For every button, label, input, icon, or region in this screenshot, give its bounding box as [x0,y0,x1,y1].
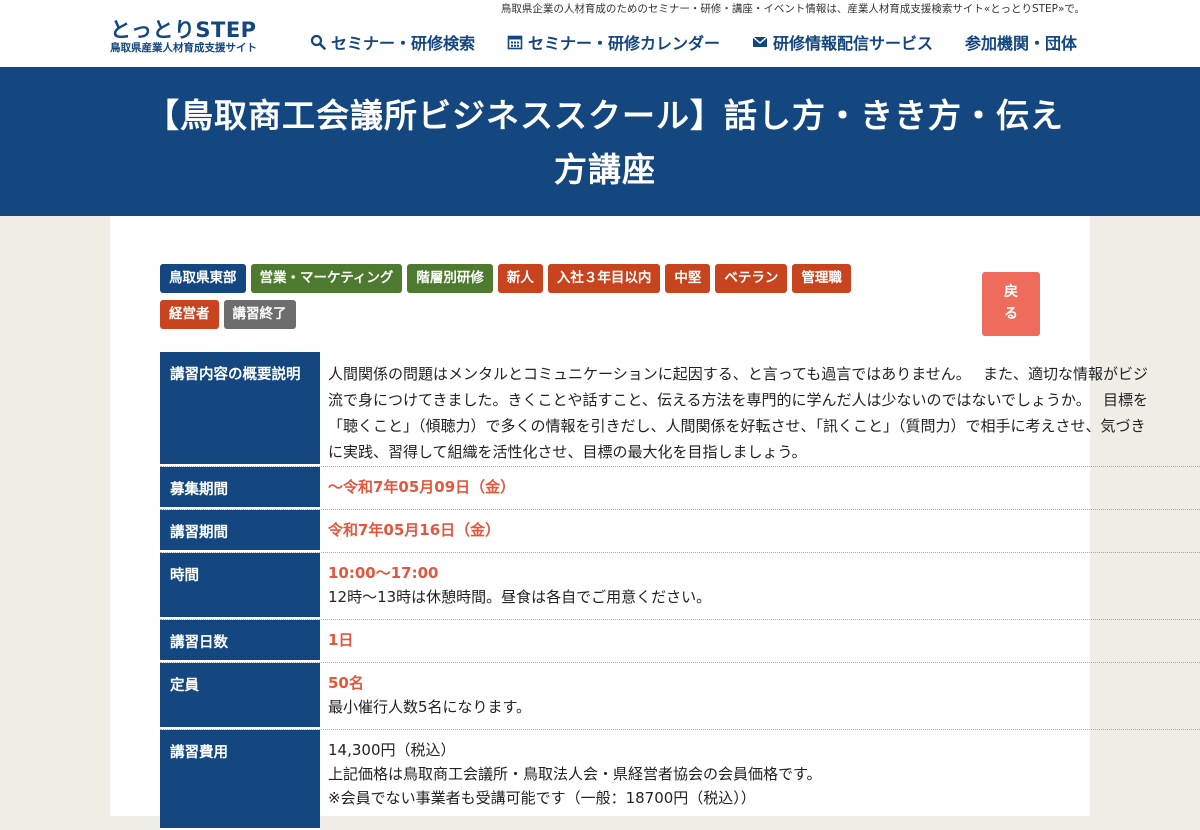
detail-row-overview: 講習内容の概要説明 人間関係の問題はメンタルとコミュニケーションに起因する、と言… [160,352,1200,467]
fee-line: 上記価格は鳥取商工会議所・鳥取法人会・県経営者協会の会員価格です。 [328,765,822,783]
title-banner: 【鳥取商工会議所ビジネススクール】話し方・きき方・伝え 方講座 [0,67,1200,216]
detail-label: 講習内容の概要説明 [160,352,320,466]
nav-label: セミナー・研修カレンダー [528,34,721,53]
tag-region[interactable]: 鳥取県東部 [160,264,246,293]
detail-table: 講習内容の概要説明 人間関係の問題はメンタルとコミュニケーションに起因する、と言… [160,352,1200,830]
tag-list: 鳥取県東部 営業・マーケティング 階層別研修 新人 入社３年目以内 中堅 ベテラン 管理職経営… [160,264,920,336]
tag-target[interactable]: 管理職 [792,264,851,293]
nav-participating-orgs[interactable]: 参加機関・団体 [965,30,1077,54]
detail-label: 講習日数 [160,620,320,662]
overview-line: 流で身につけてきました。きくことや話すこと、伝える方法を専門的に学んだ人は少ない… [328,391,1149,409]
tag-target[interactable]: 中堅 [665,264,711,293]
site-tagline: 鳥取県企業の人材育成のためのセミナー・研修・講座・イベント情報は、産業人材育成支… [500,3,1085,15]
detail-label: 講習期間 [160,510,320,552]
nav-seminar-search[interactable]: セミナー・研修検索 [310,30,475,54]
overview-line: 人間関係の問題はメンタルとコミュニケーションに起因する、と言っても過言ではありま… [328,365,1149,383]
tag-target[interactable]: 入社３年目以内 [547,264,661,293]
tag-category[interactable]: 階層別研修 [407,264,493,293]
search-icon [310,34,326,50]
recruit-period: ～令和7年05月09日（金） [328,478,516,496]
fee-line: ※会員でない事業者も受講可能です（一般：18700円（税込）） [328,789,756,807]
fee-line: 14,300円（税込） [328,741,456,759]
detail-label: 定員 [160,663,320,729]
back-button[interactable]: 戻 る [982,272,1040,336]
capacity-value: 50名 [328,674,364,692]
nav-seminar-calendar[interactable]: セミナー・研修カレンダー [507,30,720,54]
detail-row-recruit: 募集期間 ～令和7年05月09日（金） [160,467,1200,510]
logo-main-text: とっとりSTEP [110,18,257,42]
page-title-line: 方講座 [554,150,656,189]
days-value: 1日 [328,631,354,649]
detail-label: 時間 [160,553,320,619]
nav-label: 研修情報配信サービス [773,34,934,53]
tag-target[interactable]: ベテラン [715,264,788,293]
back-button-label: る [1004,306,1018,322]
nav-mail-service[interactable]: 研修情報配信サービス [752,30,933,54]
detail-row-days: 講習日数 1日 [160,620,1200,663]
site-header: 鳥取県企業の人材育成のためのセミナー・研修・講座・イベント情報は、産業人材育成支… [0,0,1200,67]
tag-category[interactable]: 営業・マーケティング [250,264,403,293]
site-logo[interactable]: とっとりSTEP 鳥取県産業人材育成支援サイト [110,18,257,55]
tag-target[interactable]: 経営者 [160,300,219,329]
detail-value: 人間関係の問題はメンタルとコミュニケーションに起因する、と言っても過言ではありま… [320,352,1200,466]
main-nav: セミナー・研修検索 セミナー・研修カレンダー 研修情報配信サービス 参加機関・団… [310,30,1077,54]
page-title: 【鳥取商工会議所ビジネススクール】話し方・きき方・伝え 方講座 [120,89,1090,197]
detail-row-course: 講習期間 令和7年05月16日（金） [160,510,1200,553]
time-value: 10:00〜17:00 [328,564,439,582]
back-button-label: 戻 [1004,284,1018,300]
detail-row-time: 時間 10:00〜17:00 12時〜13時は休憩時間。昼食は各自でご用意くださ… [160,553,1200,620]
nav-label: 参加機関・団体 [965,34,1078,53]
tag-target[interactable]: 新人 [497,264,543,293]
detail-row-fee: 講習費用 14,300円（税込） 上記価格は鳥取商工会議所・鳥取法人会・県経営者… [160,730,1200,830]
page-title-line: 【鳥取商工会議所ビジネススクール】話し方・きき方・伝え [146,96,1064,135]
logo-sub-text: 鳥取県産業人材育成支援サイト [110,42,257,54]
capacity-note: 最小催行人数5名になります。 [328,698,532,716]
nav-label: セミナー・研修検索 [331,34,476,53]
tag-status: 講習終了 [223,300,296,329]
detail-label: 講習費用 [160,730,320,830]
overview-line: に実践、習得して組織を活性化させ、目標の最大化を目指しましょう。 [328,443,807,461]
detail-label: 募集期間 [160,467,320,509]
course-period: 令和7年05月16日（金） [328,521,501,539]
mail-icon [752,36,768,47]
calendar-icon [507,35,523,50]
detail-row-capacity: 定員 50名 最小催行人数5名になります。 [160,663,1200,730]
overview-line: 「聴くこと」（傾聴力）で多くの情報を引きだし、人間関係を好転させ、「訊くこと」（… [328,417,1146,435]
time-note: 12時〜13時は休憩時間。昼食は各自でご用意ください。 [328,588,712,606]
